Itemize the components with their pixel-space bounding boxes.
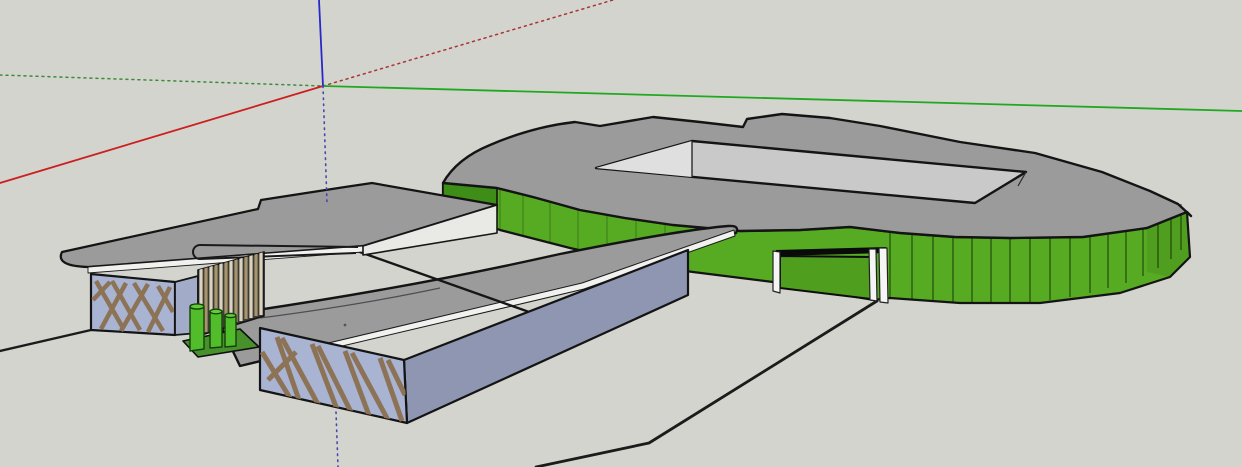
viewport-3d[interactable] bbox=[0, 0, 1242, 467]
cylinder-1[interactable] bbox=[190, 304, 204, 351]
cylinder-2[interactable] bbox=[210, 309, 222, 348]
door-jamb-right-a bbox=[869, 249, 877, 301]
cylinder-3[interactable] bbox=[225, 313, 236, 347]
door-jamb-right-b bbox=[879, 248, 888, 303]
door-jamb-left bbox=[773, 251, 780, 293]
roof-speck bbox=[344, 324, 347, 327]
